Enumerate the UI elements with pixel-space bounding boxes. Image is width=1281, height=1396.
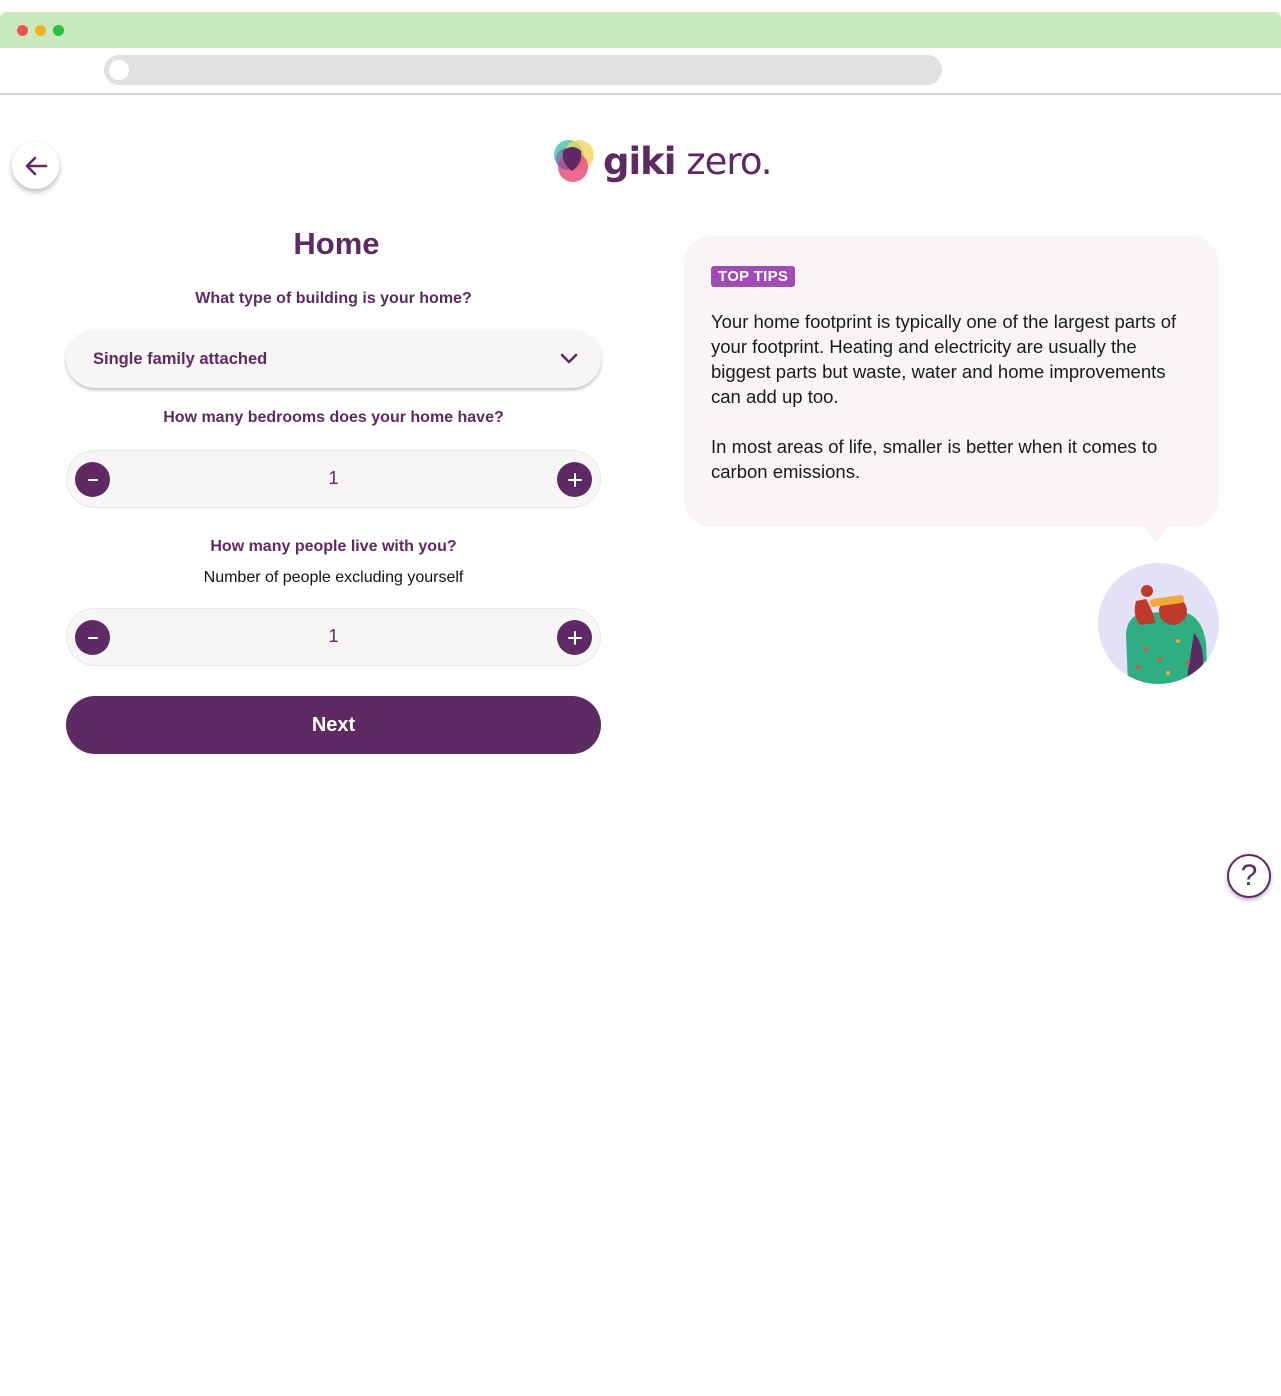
address-bar[interactable] [104,55,942,85]
address-bar-indicator [109,60,129,80]
tips-speech-tail [1144,526,1168,542]
browser-titlebar [0,12,1281,48]
plus-icon [567,630,582,645]
bedrooms-increment-button[interactable] [557,462,592,497]
window-minimize-dot[interactable] [35,25,46,36]
bedrooms-label: How many bedrooms does your home have? [163,409,504,426]
building-type-label: What type of building is your home? [195,290,472,307]
browser-address-row [0,48,1281,95]
window-maximize-dot[interactable] [53,25,64,36]
help-button[interactable]: ? [1227,854,1271,898]
tips-paragraph: In most areas of life, smaller is better… [711,436,1158,482]
top-tips-card: TOP TIPS Your home footprint is typicall… [684,236,1219,527]
next-button[interactable]: Next [66,696,601,754]
back-button[interactable] [12,142,59,189]
page-title: Home [293,226,380,261]
tips-paragraph: Your home footprint is typically one of … [711,311,1177,407]
question-mark-icon: ? [1240,859,1258,892]
logo-mark-icon [554,140,594,182]
people-increment-button[interactable] [557,620,592,655]
people-stepper: 1 [66,608,601,666]
bedrooms-stepper: 1 [66,450,601,508]
top-tips-badge: TOP TIPS [711,266,796,287]
giki-zero-logo[interactable]: giki zero. [549,136,773,186]
chevron-down-icon [560,353,578,364]
arrow-left-icon [25,156,47,175]
building-type-value: Single family attached [93,349,268,368]
window-close-dot[interactable] [17,25,28,36]
building-type-select[interactable]: Single family attached [66,330,601,388]
people-value[interactable]: 1 [67,626,600,647]
people-label: How many people live with you? [210,538,457,555]
bedrooms-value[interactable]: 1 [67,468,600,489]
logo-wordmark: giki zero. [603,139,773,183]
guide-avatar [1098,563,1219,684]
plus-icon [567,472,582,487]
person-with-telescope-illustration [1126,585,1208,684]
people-sublabel: Number of people excluding yourself [203,569,464,586]
